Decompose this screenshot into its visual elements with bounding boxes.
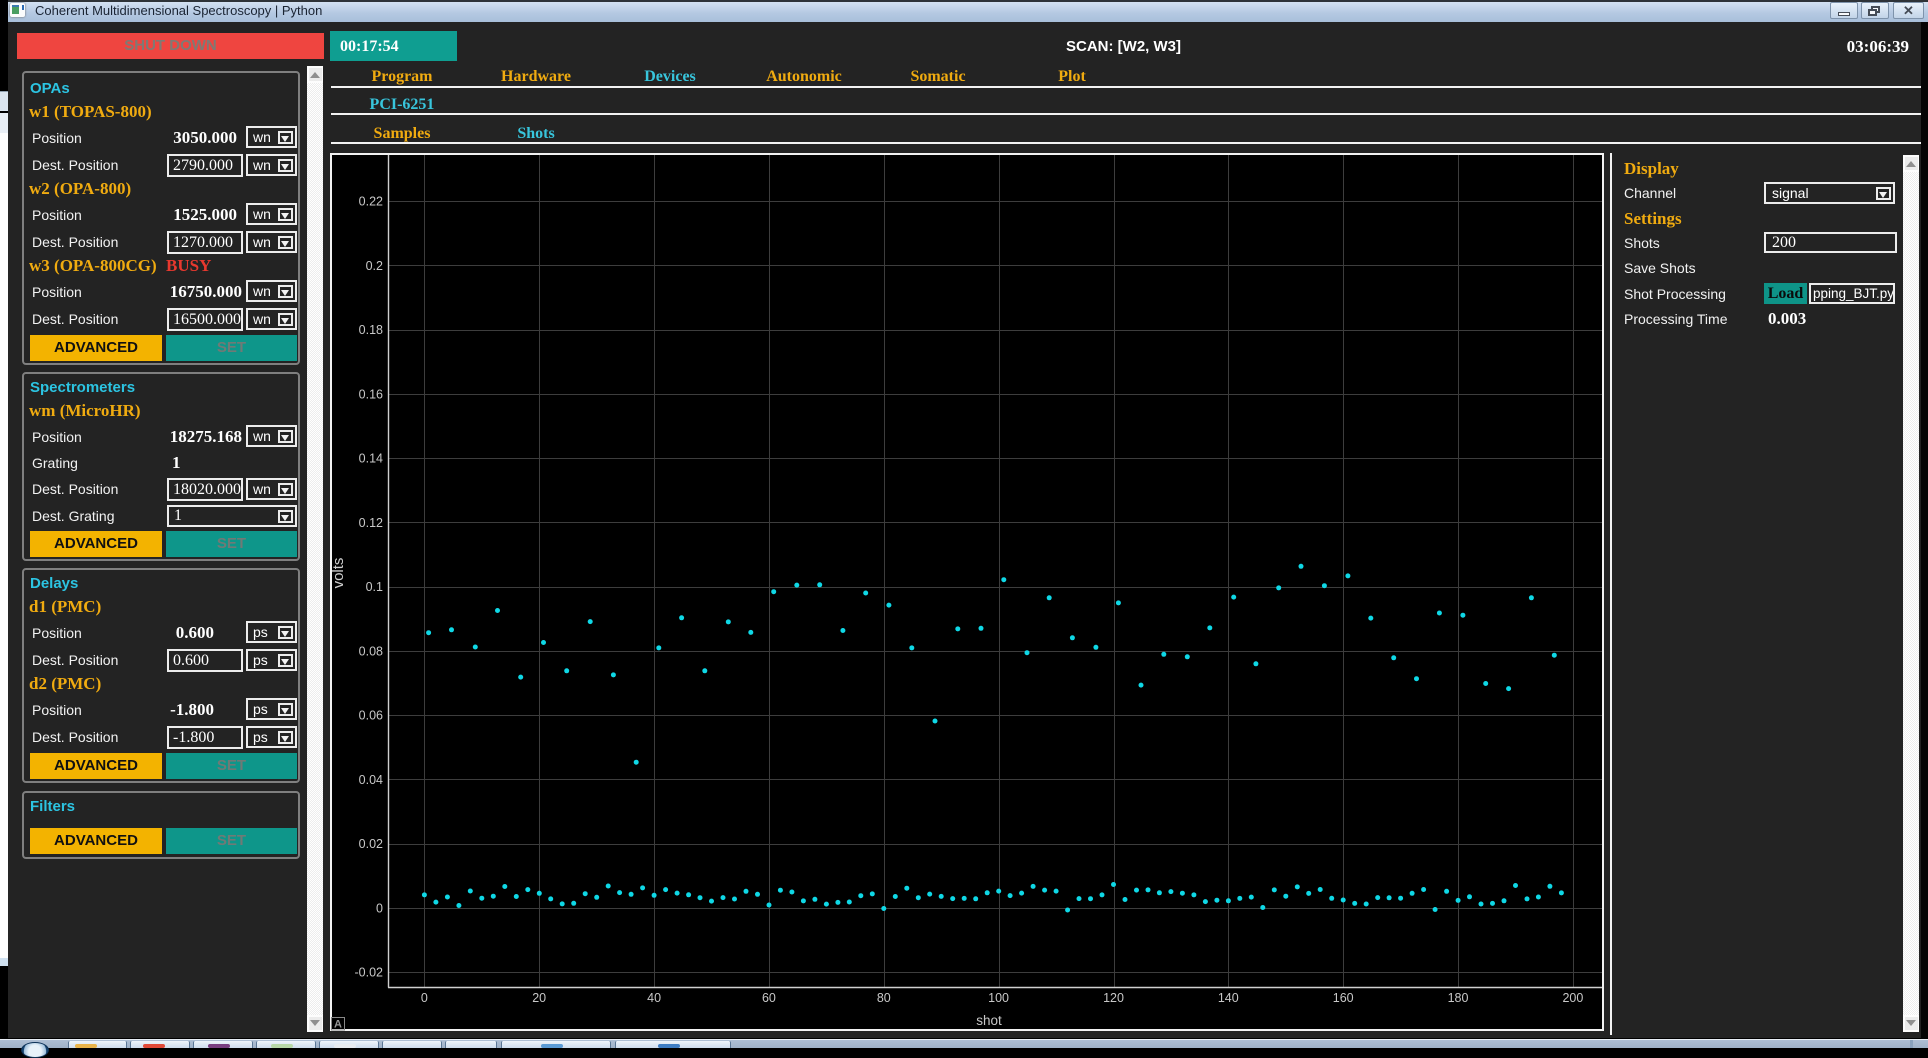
svg-text:20: 20	[532, 991, 546, 1005]
svg-text:0.02: 0.02	[359, 837, 383, 851]
svg-text:0.04: 0.04	[359, 773, 383, 787]
svg-text:120: 120	[1103, 991, 1124, 1005]
svg-text:0.06: 0.06	[359, 709, 383, 723]
svg-text:0.18: 0.18	[359, 323, 383, 337]
svg-text:60: 60	[762, 991, 776, 1005]
svg-text:0: 0	[421, 991, 428, 1005]
svg-text:40: 40	[647, 991, 661, 1005]
svg-text:180: 180	[1448, 991, 1469, 1005]
svg-text:160: 160	[1333, 991, 1354, 1005]
svg-text:0.14: 0.14	[359, 452, 383, 466]
svg-text:0.1: 0.1	[366, 580, 383, 594]
svg-text:-0.02: -0.02	[355, 966, 384, 980]
svg-text:0.12: 0.12	[359, 516, 383, 530]
svg-text:140: 140	[1218, 991, 1239, 1005]
svg-text:0.16: 0.16	[359, 387, 383, 401]
svg-text:80: 80	[877, 991, 891, 1005]
svg-text:A: A	[334, 1019, 342, 1031]
svg-text:0: 0	[376, 902, 383, 916]
svg-text:shot: shot	[976, 1013, 1002, 1028]
svg-text:200: 200	[1562, 991, 1583, 1005]
svg-text:0.22: 0.22	[359, 195, 383, 209]
svg-text:0.08: 0.08	[359, 644, 383, 658]
svg-text:100: 100	[988, 991, 1009, 1005]
svg-text:0.2: 0.2	[366, 259, 383, 273]
svg-text:volts: volts	[330, 558, 347, 589]
